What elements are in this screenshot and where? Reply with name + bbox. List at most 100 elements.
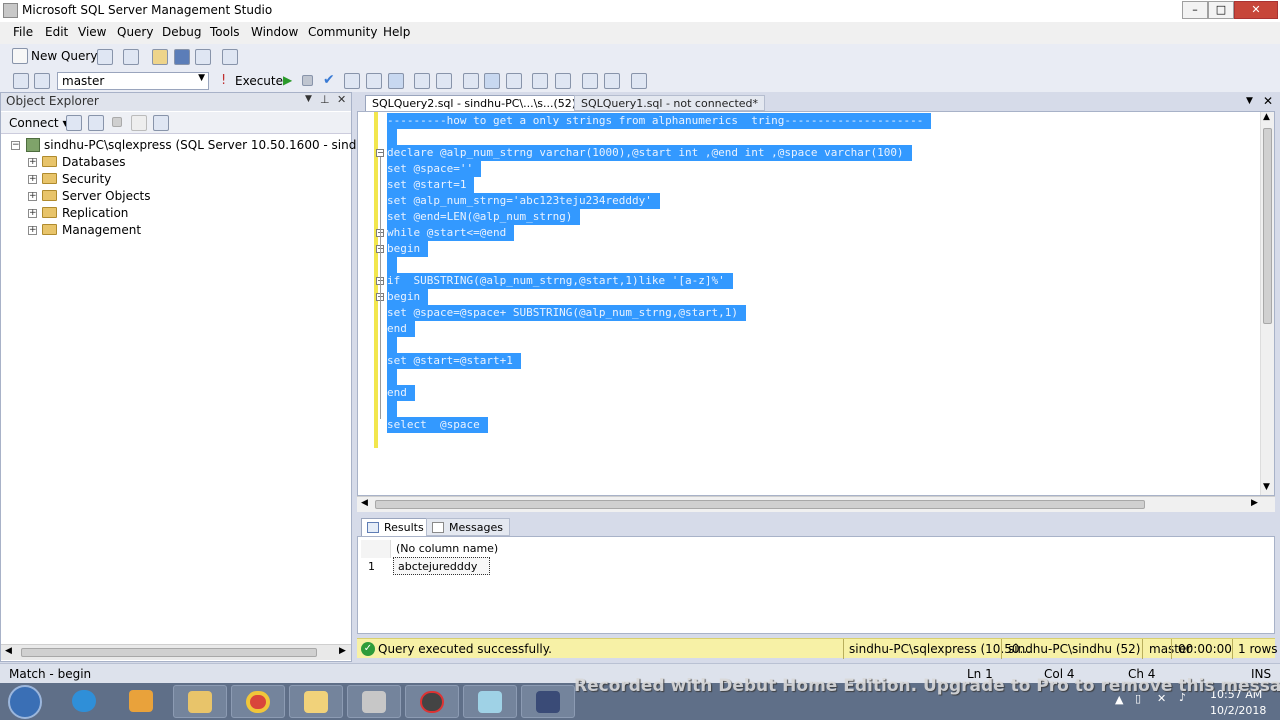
taskbar-internet-explorer[interactable] bbox=[58, 685, 112, 718]
editor-horizontal-scrollbar[interactable]: ◀ ▶ bbox=[357, 496, 1275, 512]
tree-node-replication[interactable]: Replication bbox=[62, 206, 128, 220]
include-plan-icon[interactable] bbox=[463, 73, 479, 89]
result-cell[interactable]: abctejuredddy bbox=[393, 557, 490, 575]
code-line[interactable] bbox=[387, 401, 397, 417]
tree-node-security[interactable]: Security bbox=[62, 172, 111, 186]
taskbar-app[interactable] bbox=[463, 685, 517, 718]
menu-file[interactable]: File bbox=[13, 25, 33, 39]
menu-help[interactable]: Help bbox=[383, 25, 410, 39]
scroll-right-icon[interactable]: ▶ bbox=[339, 646, 346, 656]
code-line[interactable] bbox=[387, 129, 397, 145]
save-icon[interactable] bbox=[174, 49, 190, 65]
tree-node-server-objects[interactable]: Server Objects bbox=[62, 189, 151, 203]
pin-icon[interactable]: ⊥ bbox=[320, 93, 330, 106]
stop-icon[interactable] bbox=[112, 117, 122, 127]
code-line[interactable]: set @space=@space+ SUBSTRING(@alp_num_st… bbox=[387, 305, 746, 321]
clock-date[interactable]: 10/2/2018 bbox=[1210, 704, 1266, 717]
new-query-button[interactable]: New Query bbox=[31, 49, 97, 63]
menu-query[interactable]: Query bbox=[117, 25, 153, 39]
cancel-query-icon[interactable] bbox=[302, 75, 313, 86]
close-panel-icon[interactable]: ✕ bbox=[337, 93, 346, 106]
panel-dropdown-icon[interactable]: ▼ bbox=[305, 94, 312, 104]
expand-management-expander[interactable]: + bbox=[28, 226, 37, 235]
code-line[interactable]: end bbox=[387, 321, 415, 337]
collapse-server-expander[interactable]: − bbox=[11, 141, 20, 150]
client-statistics-icon[interactable] bbox=[484, 73, 500, 89]
taskbar-debut-recorder[interactable] bbox=[521, 685, 575, 718]
object-explorer-horizontal-scrollbar[interactable]: ◀ ▶ bbox=[1, 644, 351, 660]
menu-community[interactable]: Community bbox=[308, 25, 377, 39]
scroll-thumb[interactable] bbox=[21, 648, 317, 657]
filter-icon[interactable] bbox=[131, 115, 147, 131]
menu-edit[interactable]: Edit bbox=[45, 25, 68, 39]
menu-window[interactable]: Window bbox=[251, 25, 298, 39]
expand-databases-expander[interactable]: + bbox=[28, 158, 37, 167]
uncomment-icon[interactable] bbox=[555, 73, 571, 89]
code-line[interactable]: set @alp_num_strng='abc123teju234redddy' bbox=[387, 193, 660, 209]
connect-object-explorer-icon[interactable] bbox=[66, 115, 82, 131]
refresh-icon[interactable] bbox=[153, 115, 169, 131]
column-header[interactable]: (No column name) bbox=[396, 542, 498, 555]
print-icon[interactable] bbox=[195, 49, 211, 65]
code-line[interactable]: set @end=LEN(@alp_num_strng) bbox=[387, 209, 581, 225]
tree-node-management[interactable]: Management bbox=[62, 223, 141, 237]
tab-sqlquery1[interactable]: SQLQuery1.sql - not connected* bbox=[574, 95, 766, 111]
debug-play-icon[interactable]: ▶ bbox=[283, 73, 292, 87]
close-window-button[interactable]: ✕ bbox=[1234, 1, 1278, 19]
taskbar-ssms[interactable] bbox=[347, 685, 401, 718]
results-to-grid-icon[interactable] bbox=[388, 73, 404, 89]
code-line[interactable]: ---------how to get a only strings from … bbox=[387, 113, 932, 129]
collapse-region-toggle[interactable]: − bbox=[376, 149, 384, 157]
taskbar-outlook[interactable] bbox=[289, 685, 343, 718]
code-line[interactable]: set @start=@start+1 bbox=[387, 353, 521, 369]
change-connection-icon[interactable] bbox=[34, 73, 50, 89]
connect-dropdown-button[interactable]: Connect ▾ bbox=[9, 116, 68, 130]
display-estimated-plan-icon[interactable] bbox=[344, 73, 360, 89]
menu-tools[interactable]: Tools bbox=[210, 25, 240, 39]
expand-security-expander[interactable]: + bbox=[28, 175, 37, 184]
query-editor[interactable]: ---------how to get a only strings from … bbox=[357, 111, 1275, 496]
code-line[interactable]: set @space='' bbox=[387, 161, 482, 177]
tab-results[interactable]: Results bbox=[361, 518, 431, 536]
menu-debug[interactable]: Debug bbox=[162, 25, 201, 39]
code-line[interactable]: end bbox=[387, 385, 415, 401]
decrease-indent-icon[interactable] bbox=[582, 73, 598, 89]
comment-out-icon[interactable] bbox=[532, 73, 548, 89]
disconnect-icon[interactable] bbox=[88, 115, 104, 131]
query-designer-icon[interactable] bbox=[366, 73, 382, 89]
taskbar-chrome[interactable] bbox=[231, 685, 285, 718]
available-databases-select[interactable]: master ▼ bbox=[57, 72, 209, 90]
minimize-button[interactable]: – bbox=[1182, 1, 1208, 19]
menu-view[interactable]: View bbox=[78, 25, 106, 39]
code-line[interactable] bbox=[387, 337, 397, 353]
parse-checkmark-icon[interactable]: ✔ bbox=[323, 72, 335, 88]
expand-server-objects-expander[interactable]: + bbox=[28, 192, 37, 201]
scroll-thumb[interactable] bbox=[1263, 128, 1272, 324]
tab-messages[interactable]: Messages bbox=[426, 518, 510, 536]
scroll-right-icon[interactable]: ▶ bbox=[1251, 498, 1258, 508]
results-to-file-icon[interactable] bbox=[436, 73, 452, 89]
tree-node-databases[interactable]: Databases bbox=[62, 155, 126, 169]
scroll-thumb[interactable] bbox=[375, 500, 1145, 509]
specify-template-values-icon[interactable] bbox=[631, 73, 647, 89]
open-file-icon[interactable] bbox=[152, 49, 168, 65]
code-line[interactable]: begin bbox=[387, 289, 429, 305]
close-tab-icon[interactable]: ✕ bbox=[1263, 94, 1273, 108]
code-line[interactable]: select @space bbox=[387, 417, 488, 433]
maximize-button[interactable]: □ bbox=[1208, 1, 1234, 19]
editor-vertical-scrollbar[interactable]: ▲ ▼ bbox=[1260, 112, 1274, 495]
activity-monitor-icon[interactable] bbox=[222, 49, 238, 65]
code-line[interactable] bbox=[387, 369, 397, 385]
code-line[interactable]: set @start=1 bbox=[387, 177, 475, 193]
taskbar-wpm[interactable] bbox=[405, 685, 459, 718]
database-engine-query-icon[interactable] bbox=[97, 49, 113, 65]
code-line[interactable]: begin bbox=[387, 241, 429, 257]
new-query-icon[interactable] bbox=[12, 48, 28, 64]
results-to-text-icon[interactable] bbox=[414, 73, 430, 89]
code-line[interactable]: declare @alp_num_strng varchar(1000),@st… bbox=[387, 145, 912, 161]
scroll-down-icon[interactable]: ▼ bbox=[1263, 482, 1270, 492]
code-line[interactable]: if SUBSTRING(@alp_num_strng,@start,1)lik… bbox=[387, 273, 733, 289]
tab-list-dropdown-icon[interactable]: ▼ bbox=[1246, 96, 1253, 106]
code-line[interactable]: while @start<=@end bbox=[387, 225, 515, 241]
scroll-left-icon[interactable]: ◀ bbox=[5, 646, 12, 656]
